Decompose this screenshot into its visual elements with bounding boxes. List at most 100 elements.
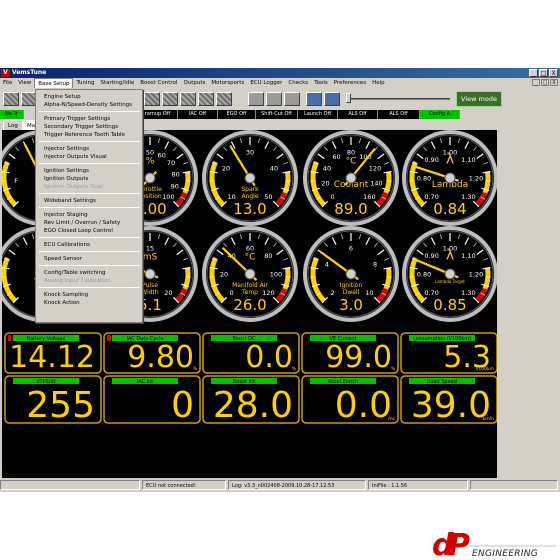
window-controls: _ □ X: [529, 69, 558, 77]
menu-item-config-table-switching[interactable]: Config/Table switching: [44, 269, 106, 277]
gauge-tick-label: 0.80: [417, 175, 431, 183]
tool-icon[interactable]: [266, 92, 282, 106]
ecu-status: ECU not connected!: [142, 480, 226, 490]
menu-separator: [39, 265, 140, 266]
status-indicator: ramup Off: [138, 110, 178, 119]
readout-value: 255: [26, 385, 95, 426]
gauge-unit: °C: [346, 156, 357, 166]
minimize-button[interactable]: _: [529, 69, 538, 77]
menu-item-injector-settings[interactable]: Injector Settings: [44, 145, 89, 153]
view-mode-button[interactable]: View mode: [456, 91, 502, 107]
gauge-tick-label: 2: [331, 289, 335, 297]
mdi-restore-button[interactable]: □: [541, 79, 549, 86]
gauge-tick-label: 10: [365, 289, 373, 297]
gauge-tick-label: 1.10: [461, 252, 475, 260]
playback-slider-track[interactable]: [350, 98, 450, 100]
digital-readout: Road Speed39.0km/h: [400, 375, 497, 426]
gauge-tick-label: 20: [164, 289, 172, 297]
menu-item-ignition-settings[interactable]: Ignition Settings: [44, 167, 89, 175]
engine-icon[interactable]: [216, 92, 232, 106]
status-indicator: EGO Off: [218, 110, 256, 119]
menu-motorsports[interactable]: Motorsports: [208, 78, 247, 88]
menu-separator: [39, 111, 140, 112]
readout-value: 28.0: [213, 385, 293, 426]
status-indicator: Shift-Cut Off: [256, 110, 298, 119]
menu-separator: [39, 193, 140, 194]
gauge-tick-label: 20: [321, 180, 329, 188]
title-bar: V VemsTune: [0, 68, 560, 78]
maximize-button[interactable]: □: [539, 69, 548, 77]
readout-value: 0.0: [245, 340, 293, 375]
menu-help[interactable]: Help: [369, 78, 388, 88]
gauge-value: 13.0: [233, 200, 266, 218]
gauge-tick-label: 1.20: [469, 175, 483, 183]
gauge-value: 3.0: [339, 296, 363, 314]
stop-icon[interactable]: [324, 92, 340, 106]
mdi-minimize-button[interactable]: _: [532, 79, 540, 86]
close-button[interactable]: X: [549, 69, 558, 77]
readout-unit: %: [391, 366, 396, 372]
dp-engineering-logo: d P ENGINEERING: [432, 529, 556, 559]
menu-separator: [39, 141, 140, 142]
gauge-unit: °C: [245, 252, 256, 262]
gauge-unit: λ: [446, 247, 454, 263]
menu-item-injector-staging[interactable]: Injector Staging: [44, 211, 88, 219]
menu-item-ecu-calibrations[interactable]: ECU Calibrations: [44, 241, 90, 249]
menu-item-speed-sensor[interactable]: Speed Sensor: [44, 255, 82, 263]
engine-icon[interactable]: [144, 92, 160, 106]
gauge-tick-label: 100: [270, 271, 282, 279]
logo-text: ENGINEERING: [472, 549, 538, 559]
readout-unit: km/h: [483, 416, 495, 422]
status-pane-empty: [470, 480, 558, 490]
engine-icon[interactable]: [198, 92, 214, 106]
tool-icon[interactable]: [284, 92, 300, 106]
menu-separator: [39, 237, 140, 238]
menu-item-knock-action[interactable]: Knock Action: [44, 299, 80, 307]
readout-value: 0.0: [335, 385, 392, 426]
menu-item-engine-setup[interactable]: Engine Setup: [44, 93, 81, 101]
gauge-unit: mS: [143, 252, 158, 262]
gauge-tick-label: F: [14, 177, 18, 185]
gauge-unit: λ: [446, 151, 454, 167]
playback-slider-handle[interactable]: [346, 93, 351, 103]
menu-preferences[interactable]: Preferences: [331, 78, 369, 88]
readout-level-bar: [107, 335, 111, 341]
readout-unit: %: [292, 366, 297, 372]
menu-item-wideband-settings[interactable]: Wideband Settings: [44, 197, 96, 205]
menu-base-setup[interactable]: Base Setup: [34, 78, 74, 88]
status-indicator: Config A: [420, 110, 460, 119]
engine-icon[interactable]: [3, 92, 19, 106]
menu-tools[interactable]: Tools: [311, 78, 331, 88]
mdi-close-button[interactable]: X: [550, 79, 558, 86]
menu-checks[interactable]: Checks: [285, 78, 311, 88]
app-icon: V: [1, 69, 10, 77]
engine-icon[interactable]: [180, 92, 196, 106]
menu-item-knock-sampling[interactable]: Knock Sampling: [44, 291, 88, 299]
gauge-value: 26.0: [233, 296, 266, 314]
base-setup-dropdown-menu: Engine Setup Alpha-N/Speed-Density Settin…: [35, 89, 143, 323]
menu-item-rev-limit-overrun-safety[interactable]: Rev Limit / Overrun / Safety: [44, 219, 120, 227]
engine-icon[interactable]: [162, 92, 178, 106]
menu-item-ignition-outputs[interactable]: Ignition Outputs: [44, 175, 88, 183]
menu-tuning[interactable]: Tuning: [73, 78, 97, 88]
menu-starting-idle[interactable]: Starting/Idle: [97, 78, 137, 88]
menu-ecu-logger[interactable]: ECU Logger: [247, 78, 285, 88]
tool-icon[interactable]: [248, 92, 264, 106]
gauge-g4: 020406080100120140160°CCoolant89.0: [303, 130, 399, 226]
pause-icon[interactable]: [306, 92, 322, 106]
digital-readout: consumption (l/100km)5.3l/100km: [400, 332, 497, 375]
menu-item-injector-outputs-visual[interactable]: Injector Outputs Visual: [44, 153, 107, 161]
menu-outputs[interactable]: Outputs: [180, 78, 208, 88]
menu-file[interactable]: File: [0, 78, 15, 88]
menu-item-alpha-n-speed-density-settings[interactable]: Alpha-N/Speed-Density Settings: [44, 101, 132, 109]
menu-item-primary-trigger-settings[interactable]: Primary Trigger Settings: [44, 115, 110, 123]
window-title: VemsTune: [12, 69, 47, 76]
tab-log[interactable]: Log: [3, 120, 23, 130]
digital-readout: IAC Int 0: [103, 375, 201, 426]
menu-item-trigger-reference-tooth-table[interactable]: Trigger Reference Tooth Table: [44, 131, 125, 139]
menu-view[interactable]: View: [15, 78, 34, 88]
menu-item-ego-closed-loop-control[interactable]: EGO Closed Loop Control: [44, 227, 113, 235]
gauge-tick-label: 140: [370, 180, 382, 188]
menu-boost-control[interactable]: Boost Control: [137, 78, 180, 88]
menu-item-secondary-trigger-settings[interactable]: Secondary Trigger Settings: [44, 123, 118, 131]
